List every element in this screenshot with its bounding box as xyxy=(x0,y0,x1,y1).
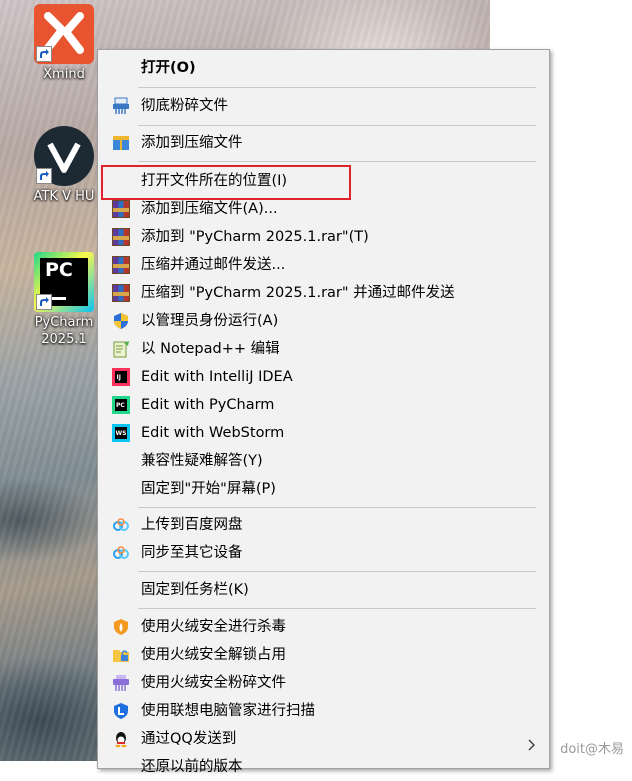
menu-item-run-as-admin[interactable]: 以管理员身份运行(A) xyxy=(101,307,546,335)
menu-item-winrar-add-named[interactable]: 添加到 "PyCharm 2025.1.rar"(T) xyxy=(101,223,546,251)
menu-item-intellij[interactable]: IJ Edit with IntelliJ IDEA xyxy=(101,363,546,391)
menu-item-winrar-email[interactable]: 压缩并通过邮件发送... xyxy=(101,251,546,279)
menu-item-webstorm[interactable]: WS Edit with WebStorm xyxy=(101,419,546,447)
menu-separator xyxy=(138,125,536,126)
menu-item-label: 使用火绒安全粉碎文件 xyxy=(141,675,286,691)
menu-item-baidu-sync[interactable]: 同步至其它设备 xyxy=(101,539,546,567)
menu-separator xyxy=(138,571,536,572)
menu-separator xyxy=(138,608,536,609)
menu-item-pin-start[interactable]: 固定到"开始"屏幕(P) xyxy=(101,475,546,503)
menu-item-qq-send[interactable]: 通过QQ发送到 xyxy=(101,725,546,753)
svg-text:WS: WS xyxy=(116,430,127,437)
menu-item-open-file-location[interactable]: 打开文件所在的位置(I) xyxy=(101,165,546,200)
menu-item-open[interactable]: 打开(O) xyxy=(101,54,546,82)
menu-item-label: 使用火绒安全进行杀毒 xyxy=(141,619,286,635)
menu-item-label: 固定到"开始"屏幕(P) xyxy=(141,481,276,497)
winrar-icon xyxy=(112,256,130,274)
menu-item-label: Edit with PyCharm xyxy=(141,397,275,413)
menu-separator xyxy=(138,161,536,162)
menu-item-label: 添加到压缩文件 xyxy=(141,135,243,151)
context-menu: 打开(O) 彻底粉碎文件 添加到压缩文件 打开文件所在的位置(I) 添加到压缩文… xyxy=(97,49,550,775)
menu-item-huorong-shred[interactable]: 使用火绒安全粉碎文件 xyxy=(101,669,546,697)
watermark: doit@木易 xyxy=(560,742,624,757)
menu-item-baidu-upload[interactable]: 上传到百度网盘 xyxy=(101,511,546,539)
winrar-icon xyxy=(112,228,130,246)
menu-item-huorong-scan[interactable]: 使用火绒安全进行杀毒 xyxy=(101,613,546,641)
winrar-icon xyxy=(112,200,130,218)
menu-item-label: 以管理员身份运行(A) xyxy=(141,313,279,329)
menu-separator xyxy=(138,87,536,88)
intellij-icon: IJ xyxy=(112,368,130,386)
archive-icon xyxy=(112,134,130,152)
pycharm-icon: PC xyxy=(112,396,130,414)
menu-item-label: 使用火绒安全解锁占用 xyxy=(141,647,286,663)
svg-text:IJ: IJ xyxy=(117,374,121,381)
pycharm-icon: PC xyxy=(34,252,94,312)
menu-item-label: 兼容性疑难解答(Y) xyxy=(141,453,263,469)
huorong-icon xyxy=(112,618,130,636)
menu-item-label: 还原以前的版本 xyxy=(141,759,243,775)
menu-item-pycharm[interactable]: PC Edit with PyCharm xyxy=(101,391,546,419)
menu-item-restore-versions[interactable]: 还原以前的版本 xyxy=(101,753,546,781)
menu-item-huorong-unlock[interactable]: 使用火绒安全解锁占用 xyxy=(101,641,546,669)
notepadpp-icon xyxy=(112,340,130,358)
folder-unlock-icon xyxy=(112,646,130,664)
menu-item-notepadpp[interactable]: 以 Notepad++ 编辑 xyxy=(101,335,546,363)
menu-item-label: 通过QQ发送到 xyxy=(141,731,237,747)
atk-hub-icon xyxy=(34,126,94,186)
menu-item-label: 彻底粉碎文件 xyxy=(141,98,228,114)
menu-item-label: Edit with WebStorm xyxy=(141,425,285,441)
menu-item-label: 添加到 "PyCharm 2025.1.rar"(T) xyxy=(141,229,369,245)
shredder-purple-icon xyxy=(112,674,130,692)
menu-item-pin-taskbar[interactable]: 固定到任务栏(K) xyxy=(101,576,546,604)
uac-shield-icon xyxy=(112,312,130,330)
menu-item-lenovo-scan[interactable]: 使用联想电脑管家进行扫描 xyxy=(101,697,546,725)
menu-item-label: 打开文件所在的位置(I) xyxy=(141,173,288,189)
svg-text:PC: PC xyxy=(116,402,125,409)
menu-separator xyxy=(138,507,536,508)
menu-item-label: 同步至其它设备 xyxy=(141,545,243,561)
menu-item-label: 压缩并通过邮件发送... xyxy=(141,257,286,273)
winrar-icon xyxy=(112,284,130,302)
xmind-icon xyxy=(34,4,94,64)
shredder-icon xyxy=(112,97,130,115)
menu-item-label: 添加到压缩文件(A)... xyxy=(141,201,278,217)
baidu-netdisk-icon xyxy=(112,516,130,534)
menu-item-label: 以 Notepad++ 编辑 xyxy=(141,341,280,357)
menu-item-label: 打开(O) xyxy=(141,60,196,76)
menu-item-troubleshoot[interactable]: 兼容性疑难解答(Y) xyxy=(101,447,546,475)
menu-item-winrar-add[interactable]: 添加到压缩文件(A)... xyxy=(101,195,546,223)
shortcut-arrow-icon xyxy=(36,46,52,62)
qq-icon xyxy=(112,730,130,748)
menu-item-label: 固定到任务栏(K) xyxy=(141,582,249,598)
webstorm-icon: WS xyxy=(112,424,130,442)
lenovo-icon xyxy=(112,702,130,720)
shortcut-arrow-icon xyxy=(36,294,52,310)
shortcut-arrow-icon xyxy=(36,168,52,184)
baidu-netdisk-icon xyxy=(112,544,130,562)
menu-item-shred[interactable]: 彻底粉碎文件 xyxy=(101,92,546,120)
menu-item-label: Edit with IntelliJ IDEA xyxy=(141,369,293,385)
menu-item-label: 使用联想电脑管家进行扫描 xyxy=(141,703,315,719)
menu-item-label: 上传到百度网盘 xyxy=(141,517,243,533)
menu-item-add-archive[interactable]: 添加到压缩文件 xyxy=(101,129,546,157)
menu-item-winrar-email-named[interactable]: 压缩到 "PyCharm 2025.1.rar" 并通过邮件发送 xyxy=(101,279,546,307)
menu-item-label: 压缩到 "PyCharm 2025.1.rar" 并通过邮件发送 xyxy=(141,285,455,301)
